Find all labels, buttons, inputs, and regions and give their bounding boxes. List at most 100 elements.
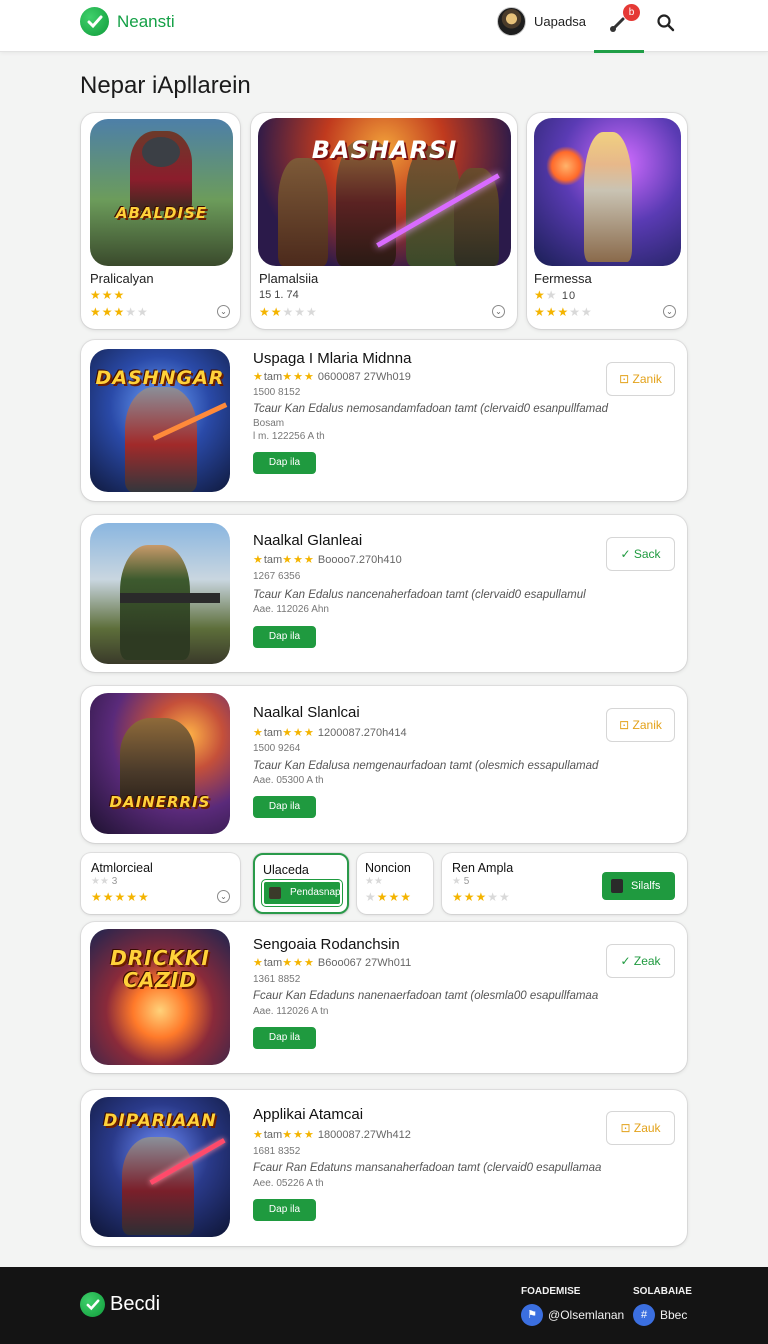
- app-description: Tcaur Kan Edalus nemosandamfadoan tamt (…: [253, 403, 609, 415]
- app-date: Aee. 05226 A th: [253, 1178, 324, 1189]
- logo-check-icon: [80, 7, 109, 36]
- app-rating: ★tam★★★ 1200087.270h414: [253, 727, 407, 739]
- page-title: Nepar iApllarein: [80, 72, 251, 99]
- avatar: [497, 7, 526, 36]
- game-title-art: DIPARIAAN: [103, 1111, 217, 1131]
- user-name: Uapadsa: [534, 14, 587, 29]
- app-row[interactable]: DASHNGAR Uspaga I Mlaria Midnna ★tam★★★ …: [81, 340, 687, 501]
- app-rating: ★tam★★★ 0600087 27Wh019: [253, 371, 411, 383]
- mini-card-button[interactable]: Silalfs: [602, 872, 675, 900]
- check-button[interactable]: ✓ Zeak: [606, 944, 675, 978]
- mini-card-title: Atmlorcieal: [91, 861, 153, 875]
- avatar: [269, 887, 281, 899]
- app-title: Uspaga I Mlaria Midnna: [253, 350, 412, 367]
- check-icon: ✓: [620, 547, 631, 561]
- mini-card-selected[interactable]: Ulaceda Pendasnap: [253, 853, 349, 914]
- bookmark-icon: ⊡: [619, 718, 630, 732]
- mini-card-title: Ren Ampla: [452, 861, 514, 875]
- app-row[interactable]: Naalkal Glanleai ★tam★★★ Boooo7.270h410 …: [81, 515, 687, 672]
- footer-link[interactable]: # Bbec: [633, 1304, 687, 1326]
- app-row[interactable]: DAINERRIS Naalkal Slanlcai ★tam★★★ 12000…: [81, 686, 687, 843]
- game-artwork: [90, 523, 230, 664]
- get-button[interactable]: Dap ila: [253, 1199, 316, 1221]
- app-row[interactable]: DIPARIAAN Applikai Atamcai ★tam★★★ 18000…: [81, 1090, 687, 1246]
- game-artwork: DASHNGAR: [90, 349, 230, 492]
- mini-card[interactable]: Ren Ampla ★ 5 ★★★★★ Silalfs: [442, 853, 687, 914]
- mini-card[interactable]: Noncion ★★ ★★★★: [357, 853, 433, 914]
- game-artwork: BASHARSI: [258, 118, 511, 266]
- search-icon: [657, 14, 675, 32]
- bookmark-button[interactable]: ⊡ Zanik: [606, 708, 675, 742]
- app-date: Aae. 112026 A tn: [253, 1006, 329, 1017]
- footer-column-title: SOLABAIAE: [633, 1286, 692, 1297]
- app-description: Fcaur Kan Edaduns nanenaerfadoan tamt (o…: [253, 990, 599, 1002]
- app-rating: ★tam★★★ 1800087.27Wh412: [253, 1129, 411, 1141]
- app-name: Fermessa: [534, 271, 592, 286]
- check-button[interactable]: ✓ Sack: [606, 537, 675, 571]
- game-title-art: DASHNGAR: [95, 367, 225, 389]
- search-button[interactable]: [656, 13, 678, 35]
- game-artwork: ABALDISE: [90, 119, 233, 266]
- footer-logo[interactable]: Becdi: [80, 1292, 160, 1317]
- game-artwork: DAINERRIS: [90, 693, 230, 834]
- brand-name: Neansti: [117, 11, 175, 31]
- app-size: 1681 8352: [253, 1146, 301, 1157]
- app-description: Tcaur Kan Edalusa nemgenaurfadoan tamt (…: [253, 760, 599, 772]
- chevron-down-icon[interactable]: ⌄: [492, 305, 505, 318]
- bookmark-icon: ⊡: [620, 1121, 631, 1135]
- get-button[interactable]: Dap ila: [253, 452, 316, 474]
- user-menu[interactable]: Uapadsa: [497, 7, 586, 36]
- app-title: Naalkal Glanleai: [253, 532, 363, 549]
- game-title-art: ABALDISE: [115, 204, 208, 222]
- app-row[interactable]: DRICKKI CAZID Sengoaia Rodanchsin ★tam★★…: [81, 922, 687, 1073]
- mini-card-title: Ulaceda: [263, 863, 309, 877]
- rating-stars: ★★ 10: [534, 288, 577, 302]
- featured-card-2[interactable]: BASHARSI Plamalsiia 15 1. 74 ★★★★★ ⌄: [251, 113, 517, 329]
- app-rating: ★tam★★★ B6oo067 27Wh011: [253, 957, 412, 969]
- bookmark-button[interactable]: ⊡ Zanik: [606, 362, 675, 396]
- app-name: Plamalsiia: [259, 271, 319, 286]
- bookmark-icon: ⊡: [619, 372, 630, 386]
- app-rating: ★tam★★★ Boooo7.270h410: [253, 554, 402, 566]
- footer: Becdi FOADEMISE ⚑ @ Olsemlanan SOLABAIAE…: [0, 1267, 768, 1344]
- brand-logo[interactable]: Neansti: [80, 7, 175, 36]
- featured-card-1[interactable]: ABALDISE Pralicalyan ★★★ ★★★★★ ⌄: [81, 113, 240, 329]
- mini-card-button[interactable]: Pendasnap: [262, 880, 342, 906]
- featured-card-3[interactable]: Fermessa ★★ 10 ★★★★★ ⌄: [527, 113, 687, 329]
- mini-card[interactable]: Atmlorcieal ★★ 3 ★★★★★ ⌄: [81, 853, 240, 914]
- rating-stars: ★★★★: [365, 890, 413, 904]
- chevron-down-icon[interactable]: ⌄: [217, 305, 230, 318]
- chevron-down-icon[interactable]: ⌄: [663, 305, 676, 318]
- app-size: 1500 8152: [253, 387, 301, 398]
- get-button[interactable]: Dap ila: [253, 796, 316, 818]
- footer-link[interactable]: ⚑ @ Olsemlanan: [521, 1304, 624, 1326]
- rating-stars-secondary: ★★★★★: [534, 305, 593, 319]
- app-name: Pralicalyan: [90, 271, 154, 286]
- notification-badge: b: [623, 4, 640, 21]
- app-date: Aae. 112026 Ahn: [253, 604, 329, 615]
- logo-check-icon: [80, 1292, 105, 1317]
- get-button[interactable]: Dap ila: [253, 626, 316, 648]
- app-title: Sengoaia Rodanchsin: [253, 936, 400, 953]
- flag-icon: ⚑: [521, 1304, 543, 1326]
- bookmark-button[interactable]: ⊡ Zauk: [606, 1111, 675, 1145]
- app-date: Aae. 05300 A th: [253, 775, 324, 786]
- footer-brand: Becdi: [110, 1293, 161, 1315]
- app-description: Tcaur Kan Edalus nancenaherfadoan tamt (…: [253, 589, 586, 601]
- rating-stars: ★★★★★: [259, 305, 318, 319]
- rating-stars-secondary: ★★★★★: [90, 305, 149, 319]
- app-date: l m. 122256 A th: [253, 431, 325, 442]
- rating-stars: ★★★★★: [452, 890, 511, 904]
- avatar: [611, 879, 623, 893]
- rating-stars: ★★★: [90, 288, 126, 302]
- app-title: Applikai Atamcai: [253, 1106, 364, 1123]
- notifications-tab[interactable]: b: [594, 0, 644, 53]
- chevron-down-icon[interactable]: ⌄: [217, 890, 230, 903]
- mini-card-meta: ★ 5: [452, 876, 470, 887]
- footer-column-title: FOADEMISE: [521, 1286, 581, 1297]
- top-nav: Neansti Uapadsa b: [0, 0, 768, 53]
- game-title-art: DRICKKI CAZID: [110, 946, 210, 992]
- get-button[interactable]: Dap ila: [253, 1027, 316, 1049]
- game-title-art: DAINERRIS: [109, 793, 211, 811]
- hashtag-icon: #: [633, 1304, 655, 1326]
